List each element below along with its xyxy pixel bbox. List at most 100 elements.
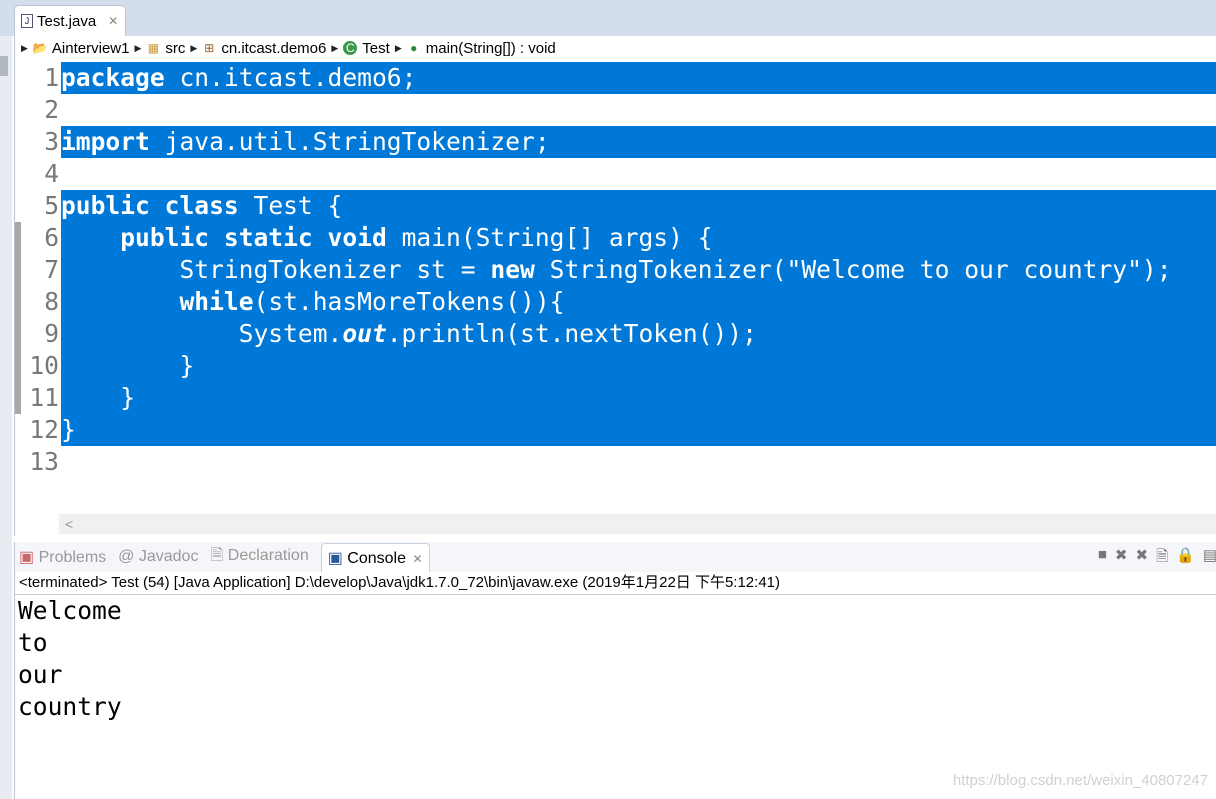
- code-line[interactable]: 11 }: [15, 382, 1216, 414]
- console-toolbar: ■ ✖ ✖ 🗎 🔒 ▤: [1098, 546, 1216, 571]
- code-text[interactable]: }: [61, 414, 1216, 446]
- code-token: }: [61, 351, 195, 380]
- code-text[interactable]: }: [61, 350, 1216, 382]
- code-text[interactable]: }: [61, 382, 1216, 414]
- output-line: to: [18, 628, 48, 657]
- code-token: }: [61, 415, 76, 444]
- breadcrumb-class[interactable]: Test: [362, 40, 390, 57]
- code-line[interactable]: 5 public class Test {: [15, 190, 1216, 222]
- chevron-right-icon[interactable]: ▶: [395, 43, 402, 54]
- tab-test-java[interactable]: J Test.java ✕: [14, 5, 126, 36]
- keyword: new: [490, 255, 535, 284]
- line-number: 9: [15, 318, 59, 350]
- remove-launch-icon[interactable]: ✖: [1115, 546, 1128, 571]
- line-number: 3: [15, 126, 59, 158]
- code-line[interactable]: 6 public static void main(String[] args)…: [15, 222, 1216, 254]
- code-line[interactable]: 4: [15, 158, 1216, 190]
- code-line[interactable]: 3 import java.util.StringTokenizer;: [15, 126, 1216, 158]
- keyword: package: [61, 63, 165, 92]
- keyword: public: [61, 191, 150, 220]
- code-text[interactable]: while(st.hasMoreTokens()){: [61, 286, 1216, 318]
- panel-tabs: ▣ Problems @ Javadoc 🗎 Declaration ▣ Con…: [15, 542, 1216, 572]
- tab-label: Test.java: [37, 12, 97, 30]
- line-number: 13: [15, 446, 59, 478]
- line-number: 5: [15, 190, 59, 222]
- code-line[interactable]: 9 System.out.println(st.nextToken());: [15, 318, 1216, 350]
- tab-declaration[interactable]: 🗎 Declaration: [210, 544, 308, 571]
- breadcrumb-project[interactable]: Ainterview1: [52, 40, 130, 57]
- line-number: 12: [15, 414, 59, 446]
- breadcrumb-package[interactable]: cn.itcast.demo6: [221, 40, 326, 57]
- chevron-right-icon[interactable]: ▶: [21, 43, 28, 54]
- code-token: StringTokenizer("Welcome to our country"…: [534, 255, 1172, 284]
- code-line[interactable]: 2: [15, 94, 1216, 126]
- code-token: }: [61, 383, 136, 412]
- javadoc-icon: @: [118, 548, 135, 565]
- code-token: main(String[] args) {: [386, 223, 713, 252]
- editor-tab-bar: [0, 0, 1216, 36]
- code-token: .println(st.nextToken());: [386, 319, 757, 348]
- tab-problems[interactable]: ▣ Problems: [19, 547, 106, 567]
- project-icon: 📂: [32, 41, 48, 55]
- tab-javadoc[interactable]: @ Javadoc: [118, 548, 198, 566]
- keyword: static: [223, 223, 313, 252]
- code-line[interactable]: 10 }: [15, 350, 1216, 382]
- problems-icon: ▣: [19, 549, 35, 566]
- line-number: 6: [15, 222, 59, 254]
- clear-console-icon[interactable]: 🗎: [1156, 546, 1168, 571]
- line-number: 7: [15, 254, 59, 286]
- line-number: 1: [15, 62, 59, 94]
- method-icon: ●: [410, 41, 418, 55]
- console-panel: ▣ Problems @ Javadoc 🗎 Declaration ▣ Con…: [14, 542, 1216, 799]
- code-line[interactable]: 7 StringTokenizer st = new StringTokeniz…: [15, 254, 1216, 286]
- code-line[interactable]: 12}: [15, 414, 1216, 446]
- code-text[interactable]: import java.util.StringTokenizer;: [61, 126, 1216, 158]
- code-area[interactable]: 1 package cn.itcast.demo6; 2 3 import java.u…: [15, 62, 1216, 478]
- remove-all-launches-icon[interactable]: ✖: [1135, 546, 1148, 571]
- code-text[interactable]: package cn.itcast.demo6;: [61, 62, 1216, 94]
- code-line[interactable]: 13: [15, 446, 1216, 478]
- console-output[interactable]: Welcome to our country: [15, 595, 1216, 723]
- tab-label: Console: [347, 549, 406, 567]
- output-line: Welcome: [18, 596, 122, 625]
- watermark: https://blog.csdn.net/weixin_40807247: [952, 772, 1208, 789]
- line-number: 8: [15, 286, 59, 318]
- code-line[interactable]: 1 package cn.itcast.demo6;: [15, 62, 1216, 94]
- left-strip: [0, 36, 12, 799]
- class-icon: C: [343, 41, 358, 55]
- terminate-icon[interactable]: ■: [1098, 546, 1107, 571]
- pin-console-icon[interactable]: ▤: [1203, 546, 1216, 571]
- horizontal-scrollbar[interactable]: <: [59, 514, 1216, 534]
- chevron-right-icon[interactable]: ▶: [331, 43, 338, 54]
- scroll-left-icon[interactable]: <: [65, 516, 73, 532]
- code-token: java.util.StringTokenizer;: [149, 127, 550, 156]
- keyword: class: [164, 191, 239, 220]
- output-line: country: [18, 692, 122, 721]
- keyword: void: [327, 223, 387, 252]
- console-icon: ▣: [327, 549, 343, 567]
- chevron-right-icon[interactable]: ▶: [134, 43, 141, 54]
- tab-label: Javadoc: [138, 548, 199, 565]
- code-editor[interactable]: ▶ 📂 Ainterview1 ▶ ▦ src ▶ ⊞ cn.itcast.de…: [14, 36, 1216, 536]
- breadcrumb-method[interactable]: main(String[]) : void: [426, 40, 556, 57]
- scroll-lock-icon[interactable]: 🔒: [1176, 546, 1195, 571]
- code-text[interactable]: System.out.println(st.nextToken());: [61, 318, 1216, 350]
- breadcrumb: ▶ 📂 Ainterview1 ▶ ▦ src ▶ ⊞ cn.itcast.de…: [15, 36, 1216, 60]
- breadcrumb-src[interactable]: src: [165, 40, 185, 57]
- close-icon[interactable]: ✕: [412, 552, 422, 566]
- code-text[interactable]: public static void main(String[] args) {: [61, 222, 1216, 254]
- code-text[interactable]: StringTokenizer st = new StringTokenizer…: [61, 254, 1216, 286]
- output-line: our: [18, 660, 63, 689]
- tab-console[interactable]: ▣ Console ✕: [320, 542, 430, 572]
- code-text[interactable]: public class Test {: [61, 190, 1216, 222]
- close-icon[interactable]: ✕: [108, 14, 118, 28]
- keyword: public: [120, 223, 210, 252]
- chevron-right-icon[interactable]: ▶: [190, 43, 197, 54]
- code-line[interactable]: 8 while(st.hasMoreTokens()){: [15, 286, 1216, 318]
- line-number: 11: [15, 382, 59, 414]
- code-token: out: [342, 319, 387, 348]
